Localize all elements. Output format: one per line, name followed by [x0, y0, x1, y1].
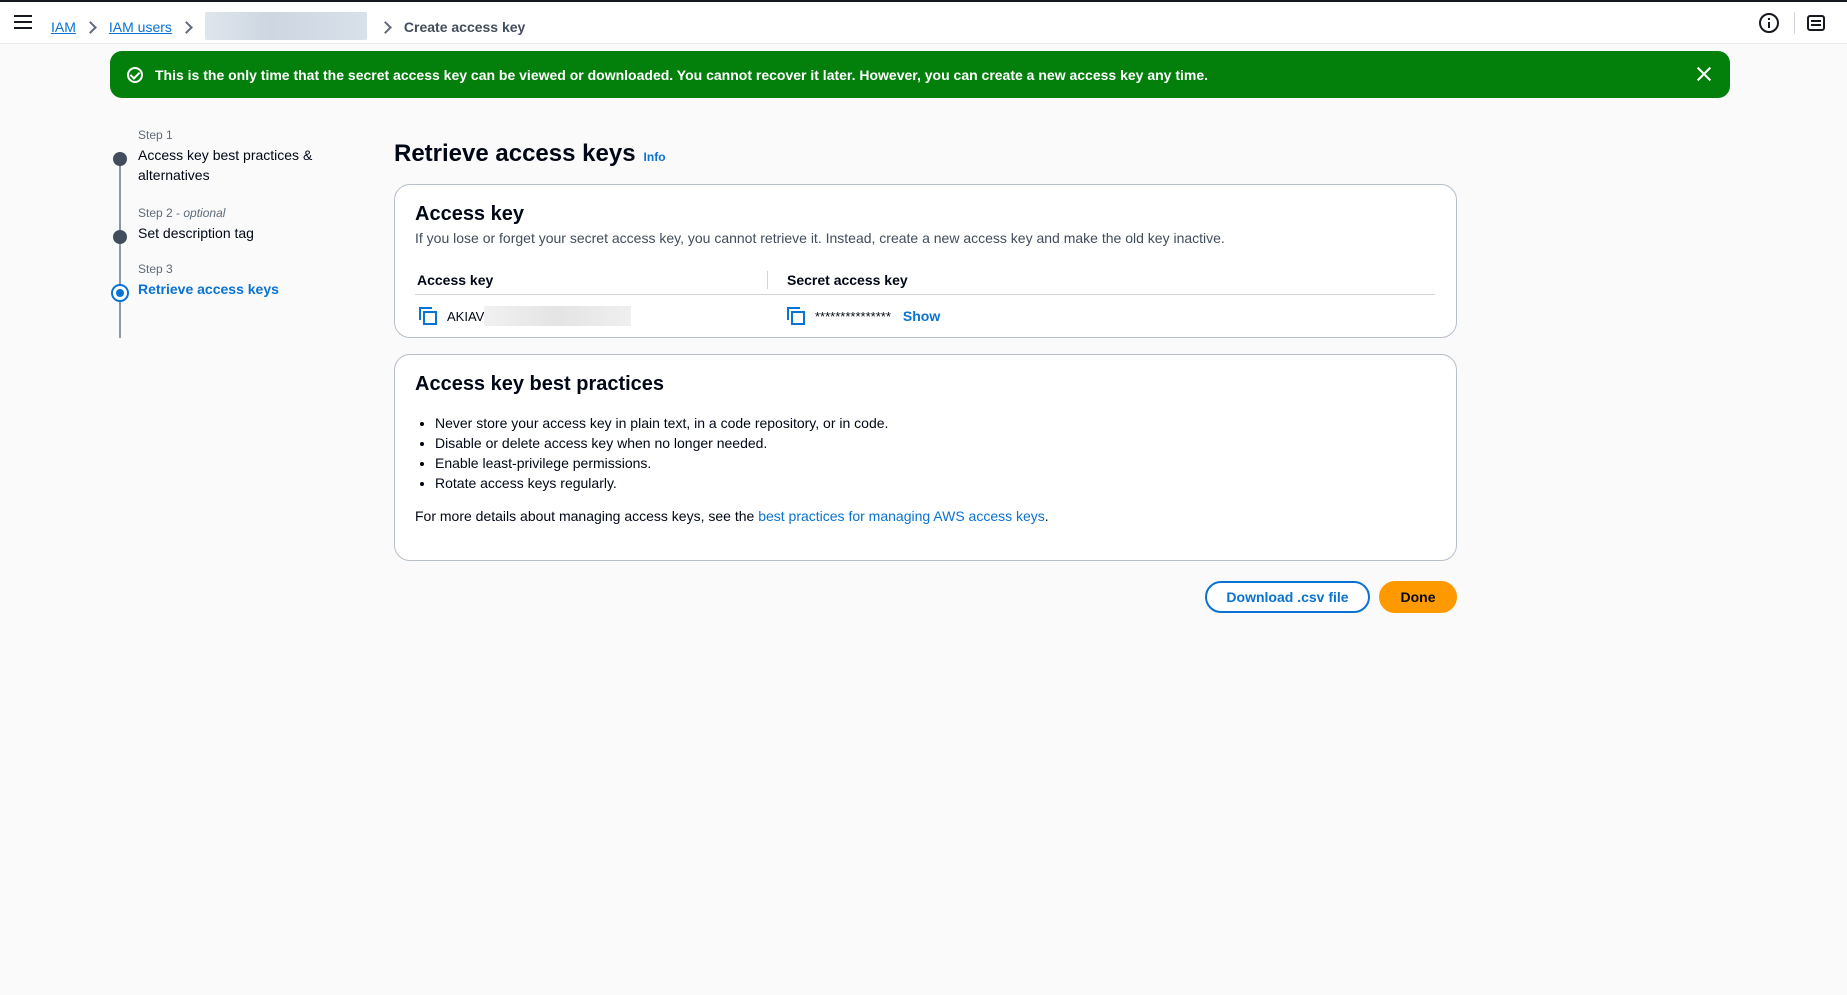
best-practices-link[interactable]: best practices for managing AWS access k… [758, 508, 1045, 524]
close-icon[interactable] [1696, 66, 1712, 82]
step-label: Step 3 [138, 262, 173, 276]
column-header-secret-key: Secret access key [787, 271, 908, 288]
menu-icon[interactable] [14, 15, 32, 31]
chevron-right-icon [180, 20, 193, 34]
breadcrumb-iam-users[interactable]: IAM users [109, 19, 172, 35]
top-navigation: IAM IAM users Create access key [0, 0, 1847, 44]
table-row: AKIAV *************** Show [415, 295, 1435, 337]
access-key-cell: AKIAV [415, 306, 787, 326]
footer-text: For more details about managing access k… [415, 508, 759, 524]
page-title-text: Retrieve access keys [394, 140, 636, 167]
step-label: Step 2 - optional [138, 206, 226, 220]
success-flash-banner: This is the only time that the secret ac… [110, 51, 1730, 98]
access-key-table: Access key Secret access key AKIAV *****… [415, 265, 1435, 337]
panel-title: Access key best practices [415, 373, 665, 395]
table-header: Access key Secret access key [415, 265, 1435, 295]
chevron-right-icon [84, 20, 97, 34]
secret-key-cell: *************** Show [787, 307, 940, 325]
list-item: Never store your access key in plain tex… [435, 413, 888, 433]
best-practices-footer: For more details about managing access k… [415, 508, 1049, 524]
step-label: Step 1 [138, 128, 173, 142]
breadcrumb: IAM IAM users Create access key [51, 12, 526, 40]
done-button[interactable]: Done [1379, 581, 1457, 613]
download-csv-button[interactable]: Download .csv file [1205, 581, 1370, 613]
breadcrumb-user-redacted[interactable] [204, 12, 367, 40]
wizard-steps: Step 1 Access key best practices & alter… [110, 128, 340, 338]
access-key-redacted [484, 306, 632, 326]
step-1[interactable]: Step 1 Access key best practices & alter… [110, 128, 340, 206]
step-3: Step 3 Retrieve access keys [110, 262, 340, 302]
step-title: Retrieve access keys [138, 281, 279, 297]
list-item: Enable least-privilege permissions. [435, 453, 888, 473]
column-header-access-key: Access key [415, 270, 768, 289]
step-2[interactable]: Step 2 - optional Set description tag [110, 206, 340, 262]
step-title: Set description tag [138, 225, 254, 241]
chevron-right-icon [379, 20, 392, 34]
panel-title: Access key [415, 203, 524, 225]
access-key-panel: Access key If you lose or forget your se… [394, 184, 1457, 338]
panel-description: If you lose or forget your secret access… [415, 230, 1225, 246]
step-dot-icon [113, 230, 127, 244]
show-secret-link[interactable]: Show [903, 308, 940, 324]
best-practices-panel: Access key best practices Never store yo… [394, 354, 1457, 561]
footer-suffix: . [1044, 508, 1049, 524]
step-title: Access key best practices & alternatives [138, 147, 313, 183]
list-item: Disable or delete access key when no lon… [435, 433, 888, 453]
info-link[interactable]: Info [644, 150, 666, 164]
check-circle-icon [127, 66, 143, 83]
divider [1794, 12, 1795, 34]
copy-icon[interactable] [419, 307, 437, 325]
secret-key-value: *************** [815, 308, 891, 324]
flash-message: This is the only time that the secret ac… [155, 66, 1209, 83]
breadcrumb-iam[interactable]: IAM [51, 19, 76, 35]
breadcrumb-current: Create access key [403, 19, 526, 35]
list-item: Rotate access keys regularly. [435, 473, 888, 493]
info-icon[interactable] [1759, 13, 1779, 33]
step-dot-icon [113, 152, 127, 166]
best-practices-list: Never store your access key in plain tex… [435, 413, 888, 493]
copy-icon[interactable] [787, 307, 805, 325]
page-title: Retrieve access keys Info [394, 140, 666, 168]
access-key-value: AKIAV [447, 308, 485, 324]
step-current-icon [111, 284, 129, 302]
preferences-icon[interactable] [1806, 13, 1826, 33]
